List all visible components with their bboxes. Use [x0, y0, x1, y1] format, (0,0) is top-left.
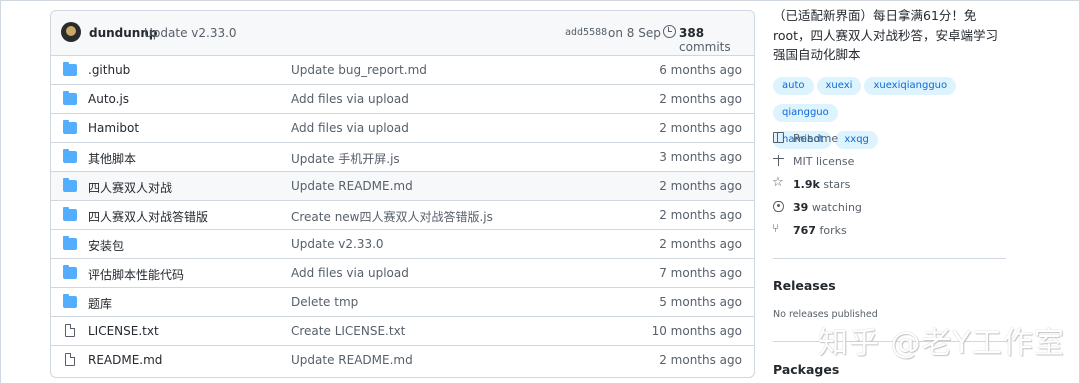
file-name-link[interactable]: Hamibot [88, 121, 139, 135]
file-row[interactable]: README.md Update README.md 2 months ago [51, 345, 754, 374]
file-commit-age: 7 months ago [659, 266, 742, 280]
about-line: （已适配新界面）每日拿满61分！免 [773, 8, 977, 23]
about-description: （已适配新界面）每日拿满61分！免 root，四人赛双人对战秒答，安卓端学习 强… [773, 6, 1013, 65]
file-commit-age: 10 months ago [651, 324, 742, 338]
file-commit-message-link[interactable]: Update README.md [291, 179, 413, 193]
file-commit-age: 2 months ago [659, 237, 742, 251]
file-commit-message-link[interactable]: Create LICENSE.txt [291, 324, 405, 338]
file-name-link[interactable]: 四人赛双人对战答错版 [88, 208, 208, 225]
folder-icon [63, 207, 77, 221]
file-commit-age: 2 months ago [659, 92, 742, 106]
topic-tag[interactable]: xuexiqiangguo [864, 77, 957, 95]
file-row[interactable]: 评估脚本性能代码 Add files via upload 7 months ago [51, 258, 754, 287]
file-icon [65, 324, 75, 337]
commit-message[interactable]: Update v2.33.0 [144, 26, 237, 40]
file-commit-message-link[interactable]: Create new四人赛双人对战答错版.js [291, 208, 493, 225]
readme-label: Readme [793, 132, 839, 145]
file-icon [65, 353, 75, 366]
eye-icon [773, 201, 784, 212]
file-commit-message-link[interactable]: Delete tmp [291, 295, 358, 309]
file-row[interactable]: Auto.js Add files via upload 2 months ago [51, 84, 754, 113]
file-commit-message-link[interactable]: Update bug_report.md [291, 63, 427, 77]
readme-link[interactable]: Readme [773, 132, 838, 145]
folder-icon [63, 62, 77, 76]
file-name-link[interactable]: 题库 [88, 295, 112, 312]
file-row[interactable]: LICENSE.txt Create LICENSE.txt 10 months a… [51, 316, 754, 345]
commit-date[interactable]: on 8 Sep [608, 26, 661, 40]
avatar[interactable] [61, 22, 81, 42]
file-row[interactable]: 安装包 Update v2.33.0 2 months ago [51, 229, 754, 258]
file-row[interactable]: 四人赛双人对战答错版 Create new四人赛双人对战答错版.js 2 month… [51, 200, 754, 229]
license-label: MIT license [793, 155, 855, 168]
file-commit-age: 6 months ago [659, 63, 742, 77]
forks-count: 767 [793, 224, 816, 237]
commit-count: 388 [679, 26, 705, 40]
file-name-link[interactable]: 其他脚本 [88, 150, 136, 167]
file-commit-message-link[interactable]: Add files via upload [291, 266, 409, 280]
watching-label: watching [811, 201, 862, 214]
file-name-link[interactable]: 评估脚本性能代码 [88, 266, 184, 283]
folder-icon [63, 178, 77, 192]
law-icon [773, 155, 784, 166]
file-commit-message-link[interactable]: Update v2.33.0 [291, 237, 384, 251]
file-name-link[interactable]: LICENSE.txt [88, 324, 159, 338]
about-line: root，四人赛双人对战秒答，安卓端学习 [773, 27, 999, 43]
file-row[interactable]: 四人赛双人对战 Update README.md 2 months ago [51, 171, 754, 200]
book-icon [773, 132, 784, 143]
folder-icon [63, 236, 77, 250]
folder-icon [63, 294, 77, 308]
file-commit-age: 3 months ago [659, 150, 742, 164]
file-name-link[interactable]: 安装包 [88, 237, 124, 254]
file-name-link[interactable]: 四人赛双人对战 [88, 179, 172, 196]
file-browser: dundunnp Update v2.33.0 add5588 on 8 Sep… [50, 10, 755, 378]
commit-count-label: commits [679, 40, 731, 54]
about-line: 强国自动化脚本 [773, 47, 861, 62]
file-row[interactable]: Hamibot Add files via upload 2 months ago [51, 113, 754, 142]
file-row[interactable]: 题库 Delete tmp 5 months ago [51, 287, 754, 316]
folder-icon [63, 120, 77, 134]
file-commit-message-link[interactable]: Update README.md [291, 353, 413, 367]
stars-label: stars [823, 178, 851, 191]
file-commit-age: 2 months ago [659, 179, 742, 193]
file-row[interactable]: .github Update bug_report.md 6 months ago [51, 56, 754, 84]
file-row[interactable]: 其他脚本 Update 手机开屏.js 3 months ago [51, 142, 754, 171]
forks-link[interactable]: 767 forks [772, 221, 847, 237]
watching-link[interactable]: 39 watching [773, 201, 862, 214]
releases-title[interactable]: Releases [773, 278, 836, 293]
folder-icon [63, 265, 77, 279]
file-commit-age: 5 months ago [659, 295, 742, 309]
topic-tag[interactable]: xuexi [816, 77, 862, 95]
folder-icon [63, 149, 77, 163]
file-commit-age: 2 months ago [659, 121, 742, 135]
file-name-link[interactable]: .github [88, 63, 130, 77]
file-name-link[interactable]: README.md [88, 353, 162, 367]
license-link[interactable]: MIT license [773, 155, 854, 168]
file-commit-message-link[interactable]: Update 手机开屏.js [291, 150, 400, 167]
stars-count: 1.9k [793, 178, 820, 191]
file-commit-age: 2 months ago [659, 208, 742, 222]
topic-tag[interactable]: xxqg [835, 131, 878, 149]
divider [773, 258, 1006, 259]
packages-title[interactable]: Packages [773, 362, 839, 377]
file-commit-message-link[interactable]: Add files via upload [291, 121, 409, 135]
star-icon [772, 175, 784, 190]
file-commit-age: 2 months ago [659, 353, 742, 367]
watermark: 知乎 @老Y工作室 [818, 326, 1065, 361]
fork-icon [772, 221, 784, 235]
commit-hash[interactable]: add5588 [565, 27, 607, 38]
file-list: .github Update bug_report.md 6 months ago A… [51, 56, 754, 374]
history-icon[interactable] [663, 25, 676, 38]
stars-link[interactable]: 1.9k stars [772, 175, 851, 191]
file-name-link[interactable]: Auto.js [88, 92, 129, 106]
topic-tag[interactable]: qiangguo [773, 104, 838, 122]
watching-count: 39 [793, 201, 809, 214]
forks-label: forks [819, 224, 847, 237]
commit-count-link[interactable]: 388 commits [679, 26, 754, 54]
folder-icon [63, 91, 77, 105]
topic-tag[interactable]: auto [773, 77, 814, 95]
file-commit-message-link[interactable]: Add files via upload [291, 92, 409, 106]
latest-commit-bar: dundunnp Update v2.33.0 add5588 on 8 Sep… [51, 11, 754, 56]
